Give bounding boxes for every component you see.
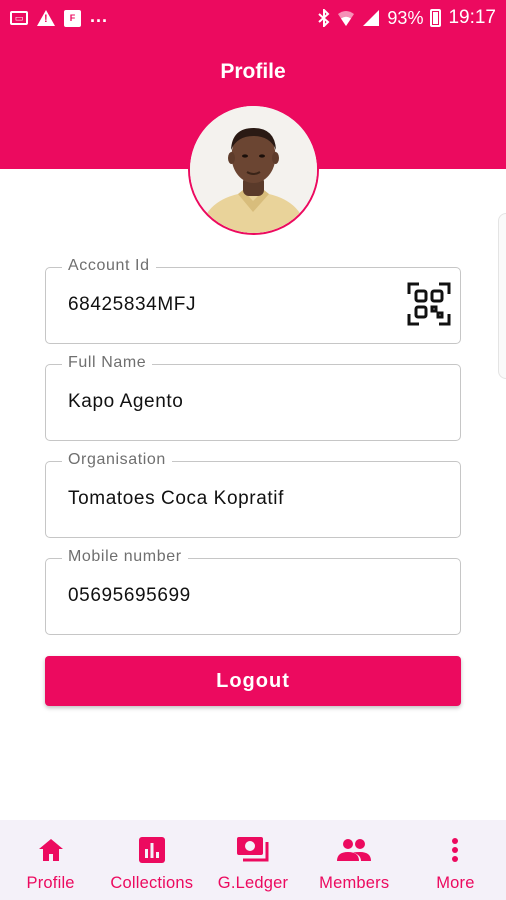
nav-item-members[interactable]: Members — [304, 820, 405, 900]
sim-icon: ▭ — [10, 11, 28, 25]
nav-label-collections: Collections — [110, 874, 194, 892]
more-notifications-indicator: ... — [90, 5, 109, 26]
account-id-field[interactable]: Account Id 68425834MFJ — [45, 257, 461, 344]
notification-icons: ▭ F ... — [10, 6, 108, 27]
organisation-label: Organisation — [62, 451, 172, 469]
side-drawer-handle[interactable] — [498, 213, 506, 379]
clock: 19:17 — [448, 7, 496, 28]
flipboard-icon: F — [64, 9, 81, 27]
battery-icon — [430, 9, 442, 27]
profile-avatar[interactable] — [188, 104, 319, 235]
nav-item-more[interactable]: More — [405, 820, 506, 900]
organisation-field[interactable]: Organisation Tomatoes Coca Kopratif — [45, 451, 461, 538]
nav-item-collections[interactable]: Collections — [101, 820, 202, 900]
nav-label-profile: Profile — [26, 874, 75, 892]
full-name-label: Full Name — [62, 354, 153, 372]
nav-label-gledger: G.Ledger — [217, 874, 289, 892]
cash-icon — [236, 836, 270, 864]
mobile-number-value: 05695695699 — [68, 585, 191, 606]
home-icon — [37, 836, 65, 864]
full-name-field[interactable]: Full Name Kapo Agento — [45, 354, 461, 441]
wifi-icon — [337, 9, 355, 27]
nav-item-gledger[interactable]: G.Ledger — [202, 820, 303, 900]
full-name-value: Kapo Agento — [68, 391, 184, 412]
qr-code-icon[interactable] — [407, 282, 451, 326]
bottom-navigation: Profile Collections G.Ledger Members Mor… — [0, 820, 506, 900]
account-id-value: 68425834MFJ — [68, 294, 197, 315]
warning-icon — [37, 10, 55, 26]
nav-label-more: More — [436, 874, 475, 892]
status-bar: ▭ F ... 93% 19:17 — [0, 0, 506, 36]
account-id-label: Account Id — [62, 257, 156, 275]
profile-screen: ▭ F ... 93% 19:17 Profile — [0, 0, 506, 900]
people-icon — [337, 836, 372, 864]
nav-label-members: Members — [319, 874, 390, 892]
signal-icon — [362, 9, 380, 27]
system-status: 93% 19:17 — [318, 7, 496, 29]
logout-button[interactable]: Logout — [45, 656, 461, 706]
battery-percent: 93% — [387, 7, 424, 28]
more-vert-icon — [451, 836, 459, 864]
bar-chart-icon — [138, 836, 165, 864]
page-title: Profile — [220, 60, 286, 83]
organisation-value: Tomatoes Coca Kopratif — [68, 488, 284, 509]
nav-item-profile[interactable]: Profile — [0, 820, 101, 900]
bluetooth-icon — [318, 9, 330, 27]
mobile-number-label: Mobile number — [62, 548, 188, 566]
mobile-number-field[interactable]: Mobile number 05695695699 — [45, 548, 461, 635]
